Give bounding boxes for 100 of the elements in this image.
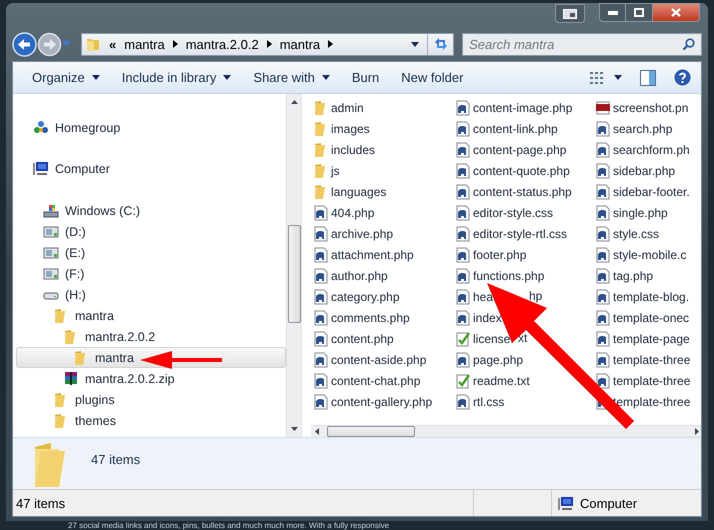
chevron-icon[interactable] [328,40,334,48]
file-item[interactable]: index [455,307,502,328]
maximize-button[interactable] [626,3,652,22]
chevron-icon[interactable] [266,40,272,48]
status-location: Computer [580,494,638,513]
file-item[interactable]: search.php [595,118,672,140]
scroll-up-icon[interactable] [290,100,298,104]
tree-item[interactable]: (E:) [16,242,286,264]
tree-item[interactable]: plugins [16,389,286,410]
file-item[interactable]: content-image.php [455,97,572,118]
file-item[interactable]: admin [313,97,364,118]
scroll-left-icon[interactable] [315,428,319,436]
file-item[interactable]: images [313,118,370,140]
document-icon [455,246,471,263]
file-item[interactable]: readme.txt [455,370,530,392]
file-item[interactable]: editor-style-rtl.css [455,223,568,244]
file-item[interactable]: functions.php [455,265,544,286]
file-item[interactable]: editor-style.css [455,202,554,224]
file-item[interactable]: content-quote.php [455,160,570,182]
help-icon[interactable] [674,69,691,86]
forward-icon[interactable] [37,32,62,57]
document-icon [455,394,471,410]
file-item[interactable]: style.css [595,223,660,244]
tree-item[interactable]: (H:) [16,284,286,306]
file-item[interactable]: content-page.php [455,139,566,160]
document-icon [455,142,471,158]
file-item[interactable]: content-aside.php [313,349,426,370]
file-item[interactable]: sidebar.php [595,160,676,182]
file-item[interactable]: style-mobile.c [595,244,686,266]
file-item[interactable]: js [313,160,340,182]
caret-icon[interactable] [614,75,622,80]
toolbar-button[interactable]: Organize [23,66,109,90]
file-item[interactable]: tag.php [595,265,654,286]
tree-item[interactable]: themes [16,410,286,432]
close-button[interactable] [652,3,700,22]
tree-item[interactable]: (F:) [16,263,286,284]
file-item[interactable]: single.php [595,202,668,224]
document-icon [313,268,329,284]
file-item[interactable]: screenshot.pn [595,97,688,118]
file-item[interactable]: archive.php [313,223,394,244]
preview-pane-icon[interactable] [640,70,656,86]
notepad-icon [455,372,471,389]
file-item[interactable]: comments.php [313,307,410,328]
scroll-thumb[interactable] [288,225,300,324]
breadcrumb[interactable]: mantra [124,34,165,54]
dropdown-caret-icon[interactable] [411,42,420,47]
scrollbar[interactable] [286,94,301,438]
file-item[interactable]: author.php [313,265,388,286]
scroll-down-icon[interactable] [290,427,298,432]
file-item[interactable]: content-gallery.php [313,391,432,412]
file-item[interactable]: template-blog. [595,286,690,308]
tree-item[interactable]: Homegroup [16,117,286,138]
tree-item[interactable]: Windows (C:) [16,200,286,222]
scroll-right-icon[interactable] [695,428,699,436]
breadcrumb-overflow[interactable]: « [109,34,116,54]
tree-item[interactable]: mantra.2.0.2 [16,326,286,348]
file-item[interactable]: template-three [595,349,690,370]
address-bar[interactable]: « mantra mantra.2.0.2 mantra [81,32,454,56]
document-icon [313,288,329,305]
file-item[interactable]: languages [313,181,386,202]
tree-item[interactable]: mantra.2.0.2.zip [16,368,286,390]
scroll-thumb[interactable] [327,426,415,438]
toolbar-button[interactable]: Share with [244,66,339,90]
file-item[interactable]: content.php [313,328,394,350]
file-item[interactable]: template-three [595,370,690,392]
file-item[interactable]: includes [313,139,376,160]
file-item[interactable]: attachment.php [313,244,414,266]
file-item[interactable]: content-chat.php [313,370,420,392]
back-icon[interactable] [12,32,37,57]
file-item[interactable]: page.php [455,349,524,370]
file-item[interactable]: rtl.css [455,391,504,412]
file-item[interactable]: content-link.php [455,118,558,140]
file-item[interactable]: sidebar-footer. [595,181,690,202]
file-item[interactable]: template-page [595,328,690,350]
breadcrumb[interactable]: mantra [280,34,320,54]
tree-item[interactable]: mantra [16,305,286,326]
breadcrumb[interactable]: mantra.2.0.2 [186,34,259,54]
toolbar-button[interactable]: New folder [392,66,472,90]
search-field[interactable]: Search mantra [462,32,702,56]
computer-icon [33,160,49,177]
toolbar-button[interactable]: Burn [342,66,388,90]
chevron-icon[interactable] [172,40,178,48]
view-options-icon[interactable] [590,70,605,85]
file-item[interactable]: template-onec [595,307,690,328]
file-item[interactable]: footer.php [455,244,526,266]
toolbar-button[interactable]: Include in library [112,66,240,90]
file-item[interactable]: 404.php [313,202,374,224]
file-item[interactable]: category.php [313,286,400,308]
document-icon [595,142,611,158]
document-icon [313,330,329,347]
tree-item[interactable]: Computer [16,158,286,180]
horizontal-scrollbar[interactable] [311,425,701,438]
snap-button[interactable] [555,4,585,23]
minimize-button[interactable] [599,3,626,22]
tree-item[interactable]: mantra [16,347,286,368]
file-item[interactable]: searchform.ph [595,139,690,160]
item-count: 47 items [91,451,140,470]
tree-item[interactable]: (D:) [16,221,286,242]
file-item[interactable]: hea [455,286,494,308]
file-item[interactable]: content-status.php [455,181,572,202]
